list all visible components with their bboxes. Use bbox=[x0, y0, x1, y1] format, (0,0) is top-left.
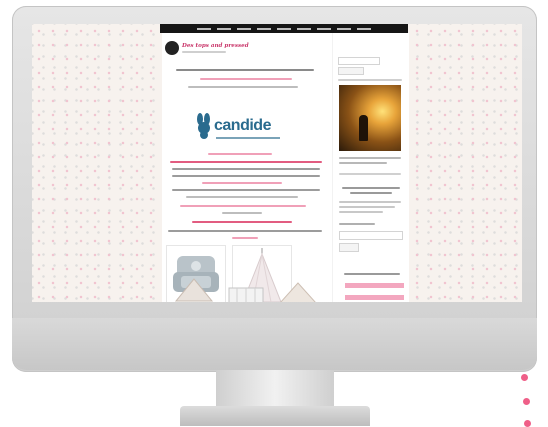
candide-wordmark: candide bbox=[214, 117, 271, 134]
monitor-stand-base bbox=[180, 406, 370, 426]
nav-item[interactable] bbox=[257, 27, 271, 30]
post-text-line bbox=[232, 237, 258, 239]
nav-item[interactable] bbox=[197, 27, 211, 30]
blog-page: Des tops and pressed candide bbox=[162, 33, 409, 302]
post-text-line bbox=[188, 86, 298, 88]
post-text-line bbox=[180, 205, 306, 207]
post-text-line bbox=[176, 69, 314, 71]
post-text-line bbox=[202, 182, 282, 184]
sidebar-icons-row[interactable] bbox=[339, 173, 401, 175]
sidebar-pink-banner[interactable] bbox=[345, 295, 404, 300]
sidebar-label-line bbox=[339, 223, 375, 225]
nav-item[interactable] bbox=[237, 27, 251, 30]
post-text-line bbox=[186, 196, 298, 198]
product-image-tent[interactable] bbox=[274, 281, 322, 302]
sidebar-pink-banner[interactable] bbox=[345, 283, 404, 288]
nav-item[interactable] bbox=[337, 27, 351, 30]
nav-item[interactable] bbox=[277, 27, 291, 30]
sidebar-subscribe-button[interactable] bbox=[339, 243, 359, 252]
sidebar-caption-line bbox=[339, 157, 401, 159]
post-text-line bbox=[208, 153, 272, 155]
sidebar-email-input[interactable] bbox=[339, 231, 403, 240]
nav-item[interactable] bbox=[357, 27, 371, 30]
nav-item[interactable] bbox=[317, 27, 331, 30]
post-text-line bbox=[172, 189, 320, 191]
product-image-playpen[interactable] bbox=[226, 285, 266, 302]
photo-silhouette bbox=[359, 115, 368, 141]
nav-item[interactable] bbox=[217, 27, 231, 30]
sidebar-search-button[interactable] bbox=[338, 67, 364, 75]
post-text-line bbox=[172, 175, 320, 177]
sidebar-search-input[interactable] bbox=[338, 57, 380, 65]
sidebar-caption-line bbox=[339, 162, 387, 164]
sidebar-text-line bbox=[339, 211, 383, 213]
sidebar-links-row[interactable] bbox=[338, 79, 402, 81]
monitor-stand-neck bbox=[216, 370, 334, 410]
blog-subtitle-line bbox=[182, 51, 226, 53]
post-text-line bbox=[222, 212, 262, 214]
post-text-line bbox=[168, 230, 322, 232]
post-text-line bbox=[200, 78, 292, 80]
rabbit-icon bbox=[197, 113, 210, 139]
monitor-screen: Des tops and pressed candide bbox=[32, 24, 522, 302]
candide-logo[interactable]: candide bbox=[192, 111, 292, 145]
post-text-line bbox=[170, 161, 322, 163]
post-text-line bbox=[192, 221, 292, 223]
nav-item[interactable] bbox=[297, 27, 311, 30]
sidebar-heading-line bbox=[342, 187, 400, 189]
candide-tagline bbox=[216, 137, 280, 139]
monitor-chin bbox=[12, 318, 537, 370]
blog-logo-icon bbox=[165, 41, 179, 55]
sidebar-heading-line bbox=[350, 192, 392, 194]
sidebar-text-line bbox=[339, 206, 395, 208]
post-text-line bbox=[172, 168, 320, 170]
sidebar-text-line bbox=[339, 201, 401, 203]
top-nav-bar[interactable] bbox=[160, 24, 408, 33]
blog-title[interactable]: Des tops and pressed bbox=[182, 42, 249, 48]
sidebar-profile-photo[interactable] bbox=[339, 85, 401, 151]
decorative-dot bbox=[523, 398, 530, 405]
product-image-tent-small[interactable] bbox=[172, 277, 216, 302]
sidebar-heading-line bbox=[344, 273, 400, 275]
decorative-dot bbox=[521, 374, 528, 381]
